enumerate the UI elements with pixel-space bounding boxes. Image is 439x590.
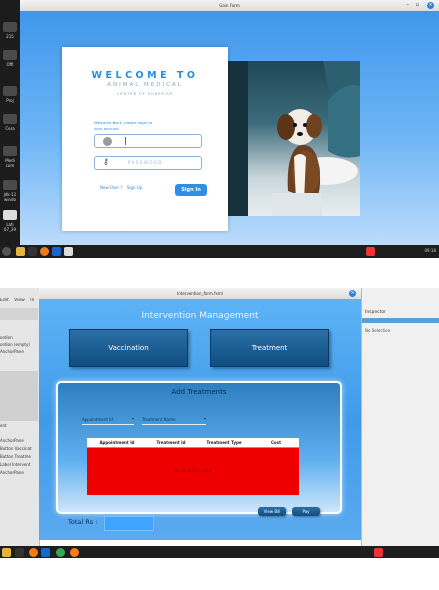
org-subtitle: CENTER OF SURPRISE [116, 92, 174, 96]
desktop-icon[interactable] [3, 210, 17, 220]
tree-item[interactable]: AnchorPane [0, 438, 38, 443]
desktop-label: Medi com [5, 158, 15, 168]
bottom-whitespace [0, 558, 439, 590]
vaccination-button[interactable]: Vaccination [69, 329, 188, 367]
desktop-sidebar: 215 Offi Proj Cera Medi com Jdk-11 windo… [0, 0, 20, 258]
key-icon: ⚷ [103, 157, 109, 166]
terminal-icon[interactable] [28, 247, 37, 256]
desktop-label: 215 [6, 34, 14, 39]
tree-item[interactable]: Label Intervent [0, 462, 38, 467]
ide-left-panel: Edit View In ordion ordion (empty) Ancho… [0, 288, 40, 546]
tree-item[interactable]: ordion [0, 335, 38, 340]
desktop-label: Jdk-11 windo [3, 192, 17, 202]
app-icon-orange[interactable] [40, 247, 49, 256]
signup-link[interactable]: Sign Up [127, 185, 142, 190]
ide-inspector-panel: Inspector No Selection [361, 288, 439, 546]
bottom-taskbar [0, 546, 439, 558]
tree-item[interactable]: ordion (empty) [0, 342, 38, 347]
desktop-icon[interactable] [3, 50, 17, 60]
table-empty-message: No content in table [173, 468, 213, 473]
tree-item[interactable]: Button Vaccinat [0, 446, 38, 451]
clock: 09:18 [424, 248, 436, 253]
tree-item[interactable]: AnchorPane [0, 470, 38, 475]
panel-title: Add Treatments [171, 388, 227, 396]
treatment-table[interactable]: Appointment Id Treatment Id Treatment Ty… [87, 438, 299, 495]
chrome-icon[interactable] [56, 547, 65, 557]
login-prompt-2: your account [94, 126, 119, 131]
field-divider [125, 137, 126, 145]
login-prompt: Welcome Back, please login to [94, 120, 153, 125]
menu-view[interactable]: View [14, 298, 25, 303]
menu-insert[interactable]: In [30, 298, 34, 303]
restore-icon[interactable]: ▫ [416, 0, 419, 11]
app-icon-orange[interactable] [29, 547, 38, 557]
appointment-id-label: Appointment Id [82, 417, 113, 422]
password-field[interactable]: ⚷ PASSWORD [94, 156, 202, 170]
total-amount-field[interactable] [104, 516, 154, 531]
desktop-label: Lati 07_29 [3, 222, 17, 232]
treatment-button[interactable]: Treatment [210, 329, 329, 367]
chevron-down-icon: ▾ [131, 416, 134, 421]
close-icon[interactable]: × [349, 290, 356, 297]
total-label: Total Rs : [68, 518, 98, 526]
treatment-name-combo[interactable]: Treatment Name ▾ [142, 416, 206, 425]
minimize-icon[interactable]: – [407, 0, 410, 11]
desktop-label: Cera [5, 126, 15, 131]
menu-edit[interactable]: Edit [0, 298, 9, 303]
welcome-heading: WELCOME TO [91, 70, 199, 81]
app-icon-blue[interactable] [41, 547, 50, 557]
form-window-title: Intervention_form.fxml [177, 291, 223, 296]
terminal-icon[interactable] [15, 547, 24, 557]
app-icon-white[interactable] [64, 247, 73, 256]
inspector-empty: No Selection [365, 328, 391, 333]
top-window-title: Gain Form [219, 3, 240, 8]
column-header[interactable]: Treatment Id [147, 438, 195, 447]
dog-photo [228, 61, 360, 216]
ide-toolbar-strip [0, 308, 38, 320]
panel-divider [0, 371, 38, 421]
column-header[interactable]: Cost [253, 438, 299, 447]
desktop-icon[interactable] [3, 86, 17, 96]
desktop-icon[interactable] [3, 146, 17, 156]
screen-separator [0, 258, 439, 288]
firefox-icon[interactable] [70, 547, 79, 557]
appointment-id-combo[interactable]: Appointment Id ▾ [82, 416, 134, 425]
column-header[interactable]: Appointment Id [87, 438, 147, 447]
tree-item[interactable]: Button Treatme [0, 454, 38, 459]
signin-button[interactable]: Sign In [175, 184, 207, 196]
add-treatments-panel: Add Treatments Appointment Id ▾ Treatmen… [56, 381, 342, 514]
view-bill-button[interactable]: View Bill [258, 507, 286, 516]
user-icon [103, 136, 112, 146]
inspector-title: Inspector [365, 310, 386, 315]
new-user-text: New User ? Sign Up [100, 185, 142, 190]
password-placeholder: PASSWORD [128, 160, 163, 165]
desktop-icon[interactable] [3, 180, 17, 190]
desktop-icon[interactable] [3, 22, 17, 32]
tray-red-icon[interactable] [374, 547, 383, 557]
treatment-name-label: Treatment Name [142, 417, 176, 422]
login-card: WELCOME TO ANIMAL MEDICAL CENTER OF SURP… [62, 47, 228, 231]
panel-header: ent [0, 423, 7, 428]
desktop-label: Offi [6, 62, 14, 67]
desktop-icon[interactable] [3, 114, 17, 124]
desktop-label: Proj [6, 98, 14, 103]
column-header[interactable]: Treatment Type [195, 438, 253, 447]
start-icon[interactable] [2, 247, 11, 256]
ide-menu: Edit View In [0, 298, 38, 303]
new-user-label: New User ? [100, 185, 123, 190]
pay-button[interactable]: Pay [292, 507, 320, 516]
close-icon[interactable]: × [427, 2, 434, 9]
form-heading: Intervention Management [141, 311, 259, 321]
tree-item[interactable]: AnchorPane [0, 349, 38, 354]
folder-icon[interactable] [2, 547, 11, 557]
tray-red-icon[interactable] [366, 247, 375, 256]
top-taskbar: 09:18 [0, 245, 439, 258]
app-icon-blue[interactable] [52, 247, 61, 256]
chevron-down-icon: ▾ [203, 416, 206, 421]
folder-icon[interactable] [16, 247, 25, 256]
table-header: Appointment Id Treatment Id Treatment Ty… [87, 438, 299, 448]
username-field[interactable] [94, 134, 202, 148]
org-name: ANIMAL MEDICAL [107, 82, 183, 88]
inspector-tabbar [362, 318, 439, 323]
